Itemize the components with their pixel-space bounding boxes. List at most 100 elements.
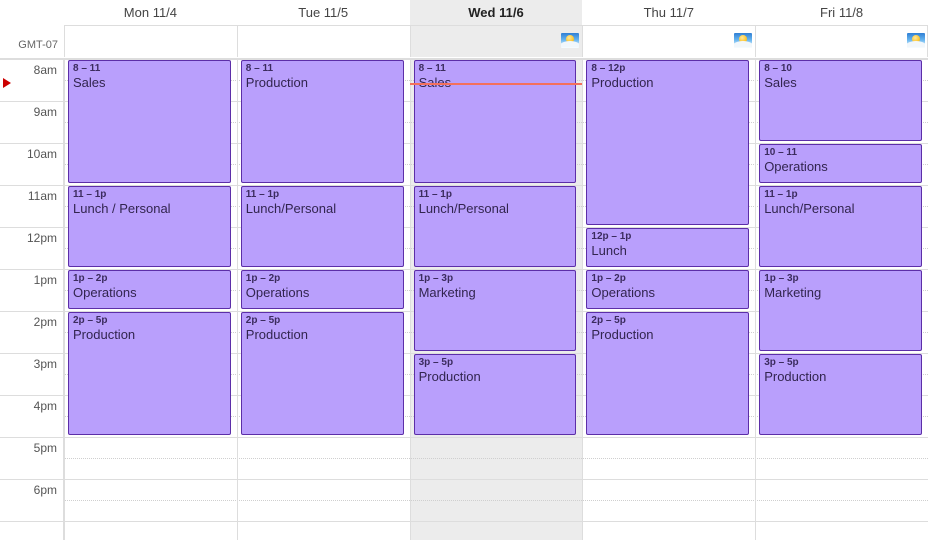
day-header-wed[interactable]: Wed 11/6 [409, 0, 583, 25]
event-title: Operations [245, 285, 310, 300]
calendar-event[interactable]: 8 – 11 Sales [413, 60, 577, 183]
half-hour-gridline [64, 500, 928, 501]
all-day-cell-mon[interactable] [64, 25, 237, 57]
day-header-fri[interactable]: Fri 11/8 [755, 0, 928, 25]
calendar-event[interactable]: 8 – 10 Sales [759, 60, 922, 141]
hour-label: 5pm [33, 441, 57, 455]
calendar-event[interactable]: 1p – 2p Operations [68, 270, 231, 309]
calendar-event[interactable]: 1p – 2p Operations [586, 270, 750, 309]
hour-label: 1pm [33, 273, 57, 287]
calendar-event[interactable]: 1p – 3p Marketing [413, 270, 577, 351]
all-day-cell-thu[interactable] [582, 25, 756, 57]
hour-label: 10am [26, 147, 57, 161]
current-time-arrow [3, 77, 11, 88]
time-gutter: 8am 9am 10am 11am 12pm 1pm 2pm 3pm 4pm 5pm 6pm [0, 59, 64, 540]
event-time: 2p – 5p [245, 315, 281, 326]
event-time: 8 – 11 [245, 63, 274, 74]
event-time: 1p – 3p [418, 273, 454, 284]
calendar-event[interactable]: 11 – 1p Lunch / Personal [68, 186, 231, 267]
calendar-event[interactable]: 2p – 5p Production [68, 312, 231, 435]
event-time: 1p – 2p [73, 273, 108, 284]
calendar-event[interactable]: 1p – 2p Operations [240, 270, 404, 309]
calendar-event[interactable]: 11 – 1p Lunch/Personal [240, 186, 404, 267]
event-title: Lunch [591, 243, 627, 258]
day-header-thu[interactable]: Thu 11/7 [582, 0, 755, 25]
calendar-event[interactable]: 12p – 1p Lunch [586, 228, 750, 267]
calendar-event[interactable]: 11 – 1p Lunch/Personal [759, 186, 922, 267]
event-title: Operations [764, 159, 828, 174]
day-column-divider [64, 59, 65, 540]
day-header-mon[interactable]: Mon 11/4 [64, 0, 237, 25]
event-title: Lunch / Personal [73, 201, 171, 216]
day-header-name: Wed [468, 5, 496, 20]
event-title: Marketing [418, 285, 476, 300]
event-title: Lunch/Personal [245, 201, 337, 216]
calendar-event[interactable]: 8 – 11 Sales [68, 60, 231, 183]
all-day-cell-fri[interactable] [755, 25, 928, 57]
day-header-name: Mon [123, 5, 150, 20]
sun-cloud-icon[interactable] [734, 33, 753, 48]
calendar-event[interactable]: 11 – 1p Lunch/Personal [413, 186, 577, 267]
event-title: Production [73, 327, 136, 342]
event-title: Lunch/Personal [418, 201, 509, 216]
event-time: 1p – 2p [245, 273, 281, 284]
calendar-event[interactable]: 3p – 5p Production [413, 354, 577, 435]
hour-label: 4pm [33, 399, 57, 413]
all-day-cell-wed[interactable] [409, 25, 583, 57]
current-time-line [409, 82, 583, 85]
day-header-name: Fri [820, 5, 836, 20]
week-calendar: Mon 11/4 Tue 11/5 Wed 11/6 Thu 11/7 Fri 11/8… [0, 0, 928, 540]
hour-label: 2pm [33, 315, 57, 329]
day-header-date: 11/5 [323, 5, 349, 20]
half-hour-gridline [64, 458, 928, 459]
day-header-date: 11/7 [669, 5, 694, 20]
event-time: 11 – 1p [245, 189, 280, 200]
event-time: 12p – 1p [591, 231, 632, 242]
calendar-event[interactable]: 3p – 5p Production [759, 354, 922, 435]
hour-label: 6pm [33, 483, 57, 497]
event-time: 11 – 1p [73, 189, 107, 200]
day-column-divider [409, 59, 411, 540]
event-title: Lunch/Personal [764, 201, 855, 216]
hour-gridline [0, 521, 928, 522]
event-title: Sales [764, 75, 797, 90]
event-time: 8 – 10 [764, 63, 792, 74]
event-title: Production [591, 327, 654, 342]
hour-label: 12pm [26, 231, 57, 245]
event-time: 8 – 12p [591, 63, 626, 74]
calendar-event[interactable]: 2p – 5p Production [240, 312, 404, 435]
all-day-row [0, 25, 928, 58]
day-header-tue[interactable]: Tue 11/5 [237, 0, 410, 25]
event-title: Production [591, 75, 654, 90]
event-title: Marketing [764, 285, 822, 300]
calendar-event[interactable]: 10 – 11 Operations [759, 144, 922, 183]
event-time: 3p – 5p [764, 357, 799, 368]
sun-cloud-icon[interactable] [907, 33, 925, 48]
event-title: Production [245, 75, 308, 90]
day-header-date: 11/8 [838, 5, 864, 20]
day-column-divider [755, 59, 757, 540]
calendar-event[interactable]: 8 – 11 Production [240, 60, 404, 183]
day-header-name: Thu [643, 5, 666, 20]
event-time: 11 – 1p [418, 189, 452, 200]
all-day-cell-tue[interactable] [236, 25, 410, 57]
event-time: 8 – 11 [73, 63, 101, 74]
day-header-date: 11/4 [152, 5, 178, 20]
calendar-event[interactable]: 8 – 12p Production [586, 60, 750, 225]
time-grid[interactable]: 8am 9am 10am 11am 12pm 1pm 2pm 3pm 4pm 5pm 6pm 8 –… [0, 58, 928, 540]
hour-label: 8am [33, 63, 57, 77]
event-time: 3p – 5p [418, 357, 454, 368]
event-time: 2p – 5p [73, 315, 108, 326]
event-title: Sales [73, 75, 106, 90]
day-header-name: Tue [298, 5, 321, 20]
hour-label: 3pm [33, 357, 57, 371]
day-column-divider [582, 59, 584, 540]
event-title: Operations [73, 285, 137, 300]
time-grid-inner: 8am 9am 10am 11am 12pm 1pm 2pm 3pm 4pm 5pm 6pm 8 –… [0, 59, 928, 540]
hour-label: 11am [27, 189, 57, 203]
hour-gridline [0, 437, 928, 438]
calendar-event[interactable]: 2p – 5p Production [586, 312, 750, 435]
sun-cloud-icon[interactable] [561, 33, 580, 48]
day-column-divider [236, 59, 238, 540]
calendar-event[interactable]: 1p – 3p Marketing [759, 270, 922, 351]
